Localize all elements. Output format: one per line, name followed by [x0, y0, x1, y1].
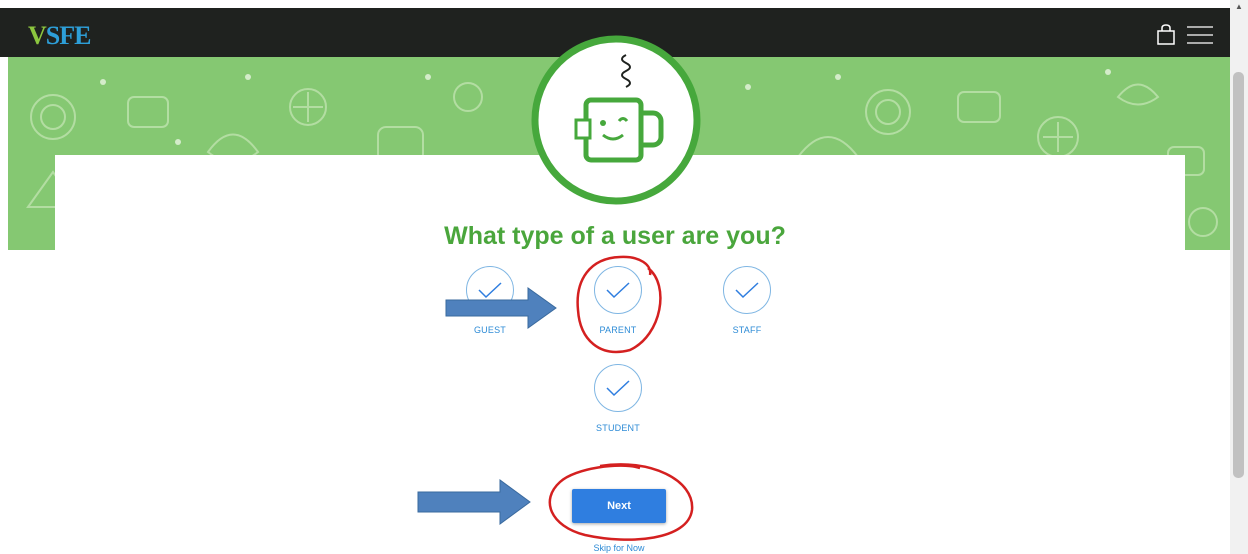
next-button[interactable]: Next	[572, 489, 666, 523]
user-type-student[interactable]: STUDENT	[563, 364, 673, 433]
user-type-label: GUEST	[473, 325, 506, 335]
check-icon[interactable]	[594, 364, 642, 412]
user-type-label: STUDENT	[596, 423, 640, 433]
logo-text: SFE	[45, 21, 92, 50]
check-icon[interactable]	[466, 266, 514, 314]
check-icon[interactable]	[723, 266, 771, 314]
page-title: What type of a user are you?	[444, 222, 786, 250]
coffee-mug-mascot	[531, 35, 701, 205]
scrollbar-thumb[interactable]	[1233, 72, 1244, 478]
user-type-staff[interactable]: STAFF	[692, 266, 802, 335]
user-type-guest[interactable]: GUEST	[435, 266, 545, 335]
user-type-label: PARENT	[599, 325, 637, 335]
shopping-bag-icon[interactable]	[1156, 24, 1176, 50]
scroll-up-arrow-icon[interactable]: ▲	[1235, 2, 1243, 11]
check-icon[interactable]	[594, 266, 642, 314]
skip-for-now-link[interactable]: Skip for Now	[560, 543, 678, 553]
hamburger-menu-icon[interactable]	[1187, 26, 1213, 49]
user-type-parent[interactable]: PARENT	[563, 266, 673, 335]
logo-mark: V	[28, 21, 47, 50]
user-type-label: STAFF	[732, 325, 762, 335]
sfe-logo[interactable]: VSFE	[28, 21, 92, 51]
